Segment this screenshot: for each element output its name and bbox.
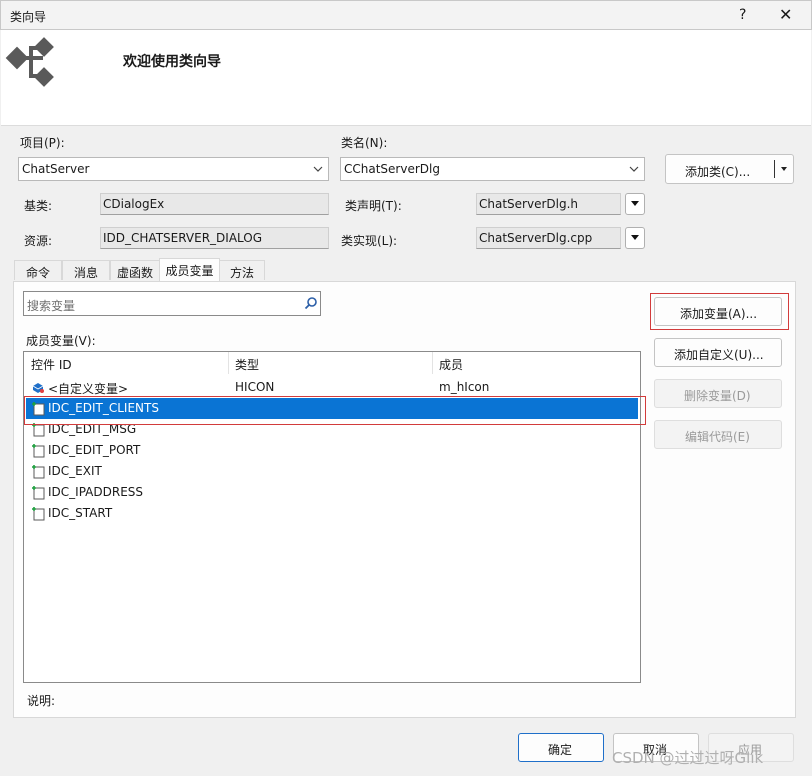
implementation-dropdown[interactable]	[625, 227, 645, 249]
row-control-id: <自定义变量>	[48, 382, 129, 396]
table-row[interactable]: IDC_EDIT_PORT	[26, 440, 638, 461]
ok-button[interactable]: 确定	[518, 733, 604, 762]
class-wizard-logo-icon	[5, 37, 54, 87]
resource-field: IDD_CHATSERVER_DIALOG	[100, 227, 329, 249]
custom-variable-icon	[32, 383, 44, 393]
close-button[interactable]: ✕	[779, 5, 792, 24]
column-header-type[interactable]: 类型	[235, 356, 259, 376]
declaration-dropdown[interactable]	[625, 193, 645, 215]
table-row[interactable]: <自定义变量> HICON m_hIcon	[26, 377, 638, 398]
resource-value: IDD_CHATSERVER_DIALOG	[103, 231, 263, 245]
implementation-value: ChatServerDlg.cpp	[479, 231, 593, 245]
tab-label: 虚函数	[116, 266, 153, 280]
tab-messages[interactable]: 消息	[62, 260, 110, 280]
row-type: HICON	[235, 380, 275, 394]
title-bar: 类向导 ? ✕	[0, 0, 812, 30]
split-divider	[774, 160, 775, 178]
window-title: 类向导	[10, 10, 47, 24]
column-divider[interactable]	[432, 352, 433, 374]
project-combo[interactable]: ChatServer	[18, 157, 329, 181]
members-label: 成员变量(V):	[26, 334, 96, 348]
implementation-label: 类实现(L):	[341, 234, 398, 248]
classname-combo[interactable]: CChatServerDlg	[340, 157, 645, 181]
dropdown-arrow-icon[interactable]	[779, 164, 789, 174]
add-class-split-button[interactable]: 添加类(C)...	[665, 154, 794, 184]
control-icon	[32, 444, 45, 458]
help-button[interactable]: ?	[739, 7, 746, 23]
tab-label: 消息	[73, 266, 98, 280]
search-icon[interactable]	[304, 296, 318, 310]
add-variable-label: 添加变量(A)...	[680, 307, 758, 321]
row-control-id: IDC_START	[48, 506, 113, 520]
ok-label: 确定	[548, 743, 573, 757]
resource-label: 资源:	[24, 234, 53, 248]
classname-label: 类名(N):	[341, 136, 388, 150]
tab-member-variables[interactable]: 成员变量	[159, 258, 220, 281]
declaration-field: ChatServerDlg.h	[476, 193, 621, 215]
chevron-down-icon	[313, 166, 323, 172]
column-header-control-id[interactable]: 控件 ID	[31, 356, 72, 376]
row-member: m_hIcon	[439, 380, 490, 394]
control-icon	[32, 507, 45, 521]
dropdown-arrow-icon	[631, 201, 639, 206]
header-banner: 欢迎使用类向导	[1, 30, 811, 126]
description-label: 说明:	[27, 694, 56, 708]
add-custom-label: 添加自定义(U)...	[674, 348, 764, 362]
dropdown-arrow-icon	[631, 235, 639, 240]
add-custom-button[interactable]: 添加自定义(U)...	[654, 338, 782, 367]
tab-label: 成员变量	[165, 264, 214, 278]
add-class-button[interactable]: 添加类(C)...	[685, 163, 750, 180]
column-divider[interactable]	[228, 352, 229, 374]
declaration-value: ChatServerDlg.h	[479, 197, 579, 211]
project-label: 项目(P):	[20, 136, 65, 150]
classname-value: CChatServerDlg	[344, 162, 440, 176]
chevron-down-icon	[629, 166, 639, 172]
row-control-id: IDC_EDIT_PORT	[48, 443, 141, 457]
control-icon	[32, 486, 45, 500]
search-placeholder: 搜索变量	[27, 299, 76, 313]
search-input[interactable]: 搜索变量	[23, 291, 321, 316]
base-value: CDialogEx	[103, 197, 165, 211]
edit-code-button[interactable]: 编辑代码(E)	[654, 420, 782, 449]
project-value: ChatServer	[22, 162, 90, 176]
edit-code-label: 编辑代码(E)	[685, 430, 750, 444]
table-row[interactable]: IDC_EXIT	[26, 461, 638, 482]
delete-variable-label: 删除变量(D)	[684, 389, 751, 403]
tab-label: 方法	[229, 266, 254, 280]
column-header-member[interactable]: 成员	[439, 356, 463, 376]
control-icon	[32, 465, 45, 479]
delete-variable-button[interactable]: 删除变量(D)	[654, 379, 782, 408]
welcome-heading: 欢迎使用类向导	[123, 54, 221, 70]
tab-label: 命令	[25, 266, 50, 280]
row-control-id: IDC_EXIT	[48, 464, 102, 478]
selected-row-highlight-box	[24, 396, 646, 425]
tab-commands[interactable]: 命令	[14, 260, 62, 280]
tab-virtual-functions[interactable]: 虚函数	[110, 260, 160, 280]
base-label: 基类:	[24, 199, 53, 213]
implementation-field: ChatServerDlg.cpp	[476, 227, 621, 249]
base-field: CDialogEx	[100, 193, 329, 215]
declaration-label: 类声明(T):	[345, 199, 402, 213]
table-row[interactable]: IDC_START	[26, 503, 638, 524]
tab-methods[interactable]: 方法	[219, 260, 265, 280]
table-row[interactable]: IDC_IPADDRESS	[26, 482, 638, 503]
row-control-id: IDC_IPADDRESS	[48, 485, 144, 499]
add-variable-button[interactable]: 添加变量(A)...	[654, 297, 782, 326]
watermark: CSDN @过过过呀Glik	[612, 749, 764, 767]
